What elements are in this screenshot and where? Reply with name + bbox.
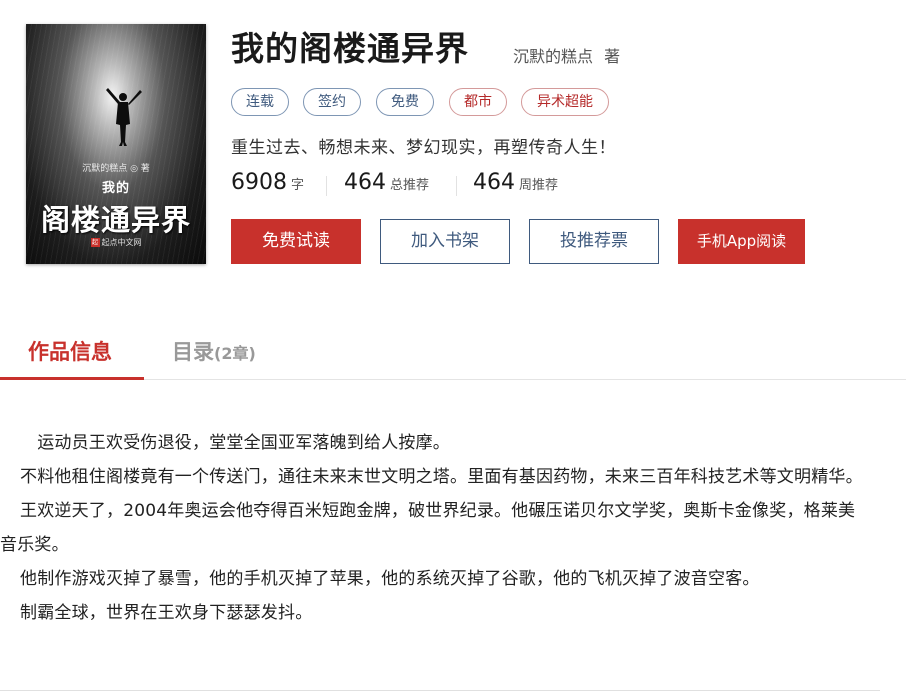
cover-title-big: 阁楼通异界 [40, 203, 191, 237]
cover-publisher-logo: 起起点中文网 [26, 237, 206, 248]
stat-total-recommend: 464 总推荐 [344, 170, 429, 195]
app-read-button[interactable]: 手机App阅读 [678, 219, 805, 264]
stat-total-recommend-unit: 总推荐 [390, 178, 430, 193]
tab-catalog[interactable]: 目录(2章) [172, 336, 256, 366]
tag-urban[interactable]: 都市 [449, 88, 507, 116]
stat-word-count-unit: 字 [291, 178, 305, 193]
book-title: 我的阁楼通异界 [231, 29, 469, 68]
stat-weekly-recommend-value: 464 [473, 170, 515, 195]
tag-signed[interactable]: 签约 [303, 88, 361, 116]
vote-recommend-button[interactable]: 投推荐票 [529, 219, 659, 264]
description-paragraph: 运动员王欢受伤退役，堂堂全国亚军落魄到给人按摩。 [20, 433, 450, 453]
book-cover[interactable]: 沉默的糕点 ◎ 著 我的 阁楼通异界 起起点中文网 [26, 24, 206, 264]
cover-author-line: 沉默的糕点 ◎ 著 [82, 164, 150, 174]
author-line: 沉默的糕点 著 [513, 43, 620, 67]
tab-catalog-count: (2章) [214, 344, 256, 363]
cover-publisher-name: 起点中文网 [101, 238, 142, 247]
description-paragraph: 不料他租住阁楼竟有一个传送门，通往未来末世文明之塔。里面有基因药物，未来三百年科… [20, 467, 863, 487]
stat-divider [326, 176, 327, 196]
free-read-button[interactable]: 免费试读 [231, 219, 361, 264]
active-tab-indicator [0, 377, 144, 380]
description-paragraph: 他制作游戏灭掉了暴雪，他的手机灭掉了苹果，他的系统灭掉了谷歌，他的飞机灭掉了波音… [20, 569, 760, 589]
stat-divider [456, 176, 457, 196]
tag-free[interactable]: 免费 [376, 88, 434, 116]
publisher-logo-icon: 起 [90, 238, 100, 247]
description-paragraph: 制霸全球，世界在王欢身下瑟瑟发抖。 [20, 603, 313, 623]
author-suffix: 著 [604, 47, 621, 66]
add-to-shelf-button[interactable]: 加入书架 [380, 219, 510, 264]
stat-weekly-recommend: 464 周推荐 [473, 170, 558, 195]
tab-catalog-label: 目录 [172, 340, 214, 364]
cover-title-small: 我的 [101, 181, 130, 196]
stat-word-count-value: 6908 [231, 170, 287, 195]
description-paragraph: 王欢逆天了，2004年奥运会他夺得百米短跑金牌，破世界纪录。他碾压诺贝尔文学奖，… [0, 501, 856, 555]
stat-total-recommend-value: 464 [344, 170, 386, 195]
stat-word-count: 6908 字 [231, 170, 304, 195]
tab-book-info[interactable]: 作品信息 [28, 336, 112, 366]
section-divider [0, 690, 880, 691]
content-tabs: 作品信息 目录(2章) [0, 328, 906, 380]
tag-serializing[interactable]: 连载 [231, 88, 289, 116]
author-name[interactable]: 沉默的糕点 [513, 47, 593, 66]
book-intro: 重生过去、畅想未来、梦幻现实，再塑传奇人生！ [231, 138, 616, 158]
tag-supernatural[interactable]: 异术超能 [521, 88, 609, 116]
stat-weekly-recommend-unit: 周推荐 [519, 178, 559, 193]
book-description: 运动员王欢受伤退役，堂堂全国亚军落魄到给人按摩。 不料他租住阁楼竟有一个传送门，… [0, 426, 870, 630]
